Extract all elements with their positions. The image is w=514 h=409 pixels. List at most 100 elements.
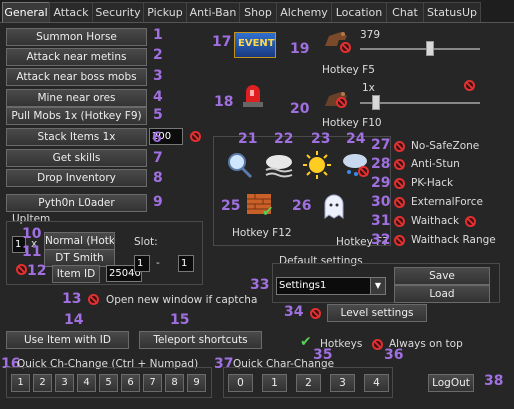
marker-2: 2 xyxy=(153,47,163,63)
disabled-icon[interactable] xyxy=(464,80,475,91)
marker-17: 17 xyxy=(212,34,232,50)
sun-icon[interactable] xyxy=(302,150,332,180)
ch-button-4[interactable]: 4 xyxy=(77,374,96,392)
tab-pickup[interactable]: Pickup xyxy=(143,2,187,22)
ch-button-2[interactable]: 2 xyxy=(33,374,52,392)
settings-select[interactable]: Settings1 ▼ xyxy=(276,277,386,295)
level-settings-button[interactable]: Level settings xyxy=(327,304,427,322)
disabled-icon[interactable] xyxy=(310,308,321,319)
ch-button-6[interactable]: 6 xyxy=(121,374,140,392)
ghost-icon[interactable] xyxy=(320,192,348,220)
anti-stun-label: Anti-Stun xyxy=(411,158,460,170)
marker-19: 19 xyxy=(290,41,310,57)
marker-32: 32 xyxy=(371,232,391,248)
siren-icon[interactable] xyxy=(240,82,266,108)
tab-location[interactable]: Location xyxy=(331,2,387,22)
char-button-3[interactable]: 3 xyxy=(330,374,355,392)
attack-metins-button[interactable]: Attack near metins xyxy=(6,48,147,66)
no-safezone-label: No-SafeZone xyxy=(411,140,480,152)
disabled-icon[interactable] xyxy=(372,339,383,350)
char-button-4[interactable]: 4 xyxy=(364,374,389,392)
tab-shop[interactable]: Shop xyxy=(239,2,277,22)
ch-button-7[interactable]: 7 xyxy=(143,374,162,392)
marker-30: 30 xyxy=(371,194,391,210)
marker-29: 29 xyxy=(371,175,391,191)
slider-2-value: 1x xyxy=(362,82,375,94)
disabled-icon[interactable] xyxy=(465,216,476,227)
disabled-icon[interactable] xyxy=(358,166,369,177)
disabled-icon[interactable] xyxy=(16,264,27,275)
chevron-down-icon[interactable]: ▼ xyxy=(370,278,385,294)
save-button[interactable]: Save xyxy=(394,267,490,285)
logout-button[interactable]: LogOut xyxy=(428,374,474,392)
ch-button-3[interactable]: 3 xyxy=(55,374,74,392)
char-button-2[interactable]: 2 xyxy=(296,374,321,392)
marker-25: 25 xyxy=(221,198,241,214)
disabled-icon[interactable] xyxy=(88,294,99,305)
tab-attack[interactable]: Attack xyxy=(49,2,93,22)
marker-31: 31 xyxy=(371,213,391,229)
summon-horse-button[interactable]: Summon Horse xyxy=(6,28,147,46)
ch-button-8[interactable]: 8 xyxy=(165,374,184,392)
marker-20: 20 xyxy=(290,101,310,117)
marker-22: 22 xyxy=(274,131,294,147)
disabled-icon[interactable] xyxy=(340,42,351,53)
marker-3: 3 xyxy=(153,68,163,84)
use-item-with-id-button[interactable]: Use Item with ID xyxy=(6,331,129,349)
char-button-1[interactable]: 1 xyxy=(262,374,287,392)
marker-9: 9 xyxy=(153,194,163,210)
magnifier-icon[interactable] xyxy=(224,150,254,180)
char-button-0[interactable]: 0 xyxy=(228,374,253,392)
tab-statusup[interactable]: StatusUp xyxy=(423,2,481,22)
slider-2-thumb[interactable] xyxy=(372,95,380,110)
tab-alchemy[interactable]: Alchemy xyxy=(276,2,332,22)
externalforce-label: ExternalForce xyxy=(411,196,483,208)
ch-button-9[interactable]: 9 xyxy=(187,374,206,392)
marker-35: 35 xyxy=(313,347,333,363)
mine-ores-button[interactable]: Mine near ores xyxy=(6,89,147,107)
tab-security[interactable]: Security xyxy=(92,2,144,22)
ch-button-5[interactable]: 5 xyxy=(99,374,118,392)
attack-boss-button[interactable]: Attack near boss mobs xyxy=(6,68,147,86)
teleport-shortcuts-button[interactable]: Teleport shortcuts xyxy=(139,331,262,349)
stack-items-button[interactable]: Stack Items 1x xyxy=(6,128,147,146)
fog-cloud-icon[interactable] xyxy=(262,151,296,179)
marker-34: 34 xyxy=(284,304,304,320)
slider-1-thumb[interactable] xyxy=(426,41,434,56)
marker-11: 11 xyxy=(22,244,42,260)
pk-hack-label: PK-Hack xyxy=(411,177,454,189)
disabled-icon[interactable] xyxy=(336,97,347,108)
python-loader-button[interactable]: Pyth0n L0ader xyxy=(6,194,147,212)
disabled-icon[interactable] xyxy=(394,159,405,170)
drop-inventory-button[interactable]: Drop Inventory xyxy=(6,169,147,187)
get-skills-button[interactable]: Get skills xyxy=(6,149,147,167)
load-button[interactable]: Load xyxy=(394,285,490,303)
marker-27: 27 xyxy=(371,137,391,153)
slot-to-field[interactable]: 1 xyxy=(178,255,194,272)
slot-from-field[interactable]: 1 xyxy=(134,255,150,272)
disabled-icon[interactable] xyxy=(190,131,201,142)
ch-button-1[interactable]: 1 xyxy=(11,374,30,392)
disabled-icon[interactable] xyxy=(394,197,405,208)
pull-mobs-button[interactable]: Pull Mobs 1x (Hotkey F9) xyxy=(6,107,147,125)
disabled-icon[interactable] xyxy=(394,141,405,152)
upitem-normal-button[interactable]: Normal (Hotkey F8) xyxy=(44,232,115,250)
upitem-item-id-button[interactable]: Item ID xyxy=(52,265,100,283)
checkmark-icon[interactable]: ✔ xyxy=(300,334,312,350)
tab-general[interactable]: General xyxy=(2,2,50,22)
marker-4: 4 xyxy=(153,89,163,105)
marker-15: 15 xyxy=(170,312,190,328)
tab-anti-ban[interactable]: Anti-Ban xyxy=(186,2,240,22)
event-icon[interactable]: EVENT xyxy=(234,32,276,58)
marker-10: 10 xyxy=(22,226,42,242)
tab-bar: General Attack Security Pickup Anti-Ban … xyxy=(0,0,514,23)
disabled-icon[interactable] xyxy=(394,235,405,246)
disabled-icon[interactable] xyxy=(394,216,405,227)
marker-28: 28 xyxy=(371,156,391,172)
marker-33: 33 xyxy=(250,277,270,293)
slider-1-track[interactable] xyxy=(360,48,480,50)
marker-5: 5 xyxy=(153,107,163,123)
tab-chat[interactable]: Chat xyxy=(386,2,424,22)
slot-label: Slot: xyxy=(134,236,158,248)
disabled-icon[interactable] xyxy=(394,178,405,189)
